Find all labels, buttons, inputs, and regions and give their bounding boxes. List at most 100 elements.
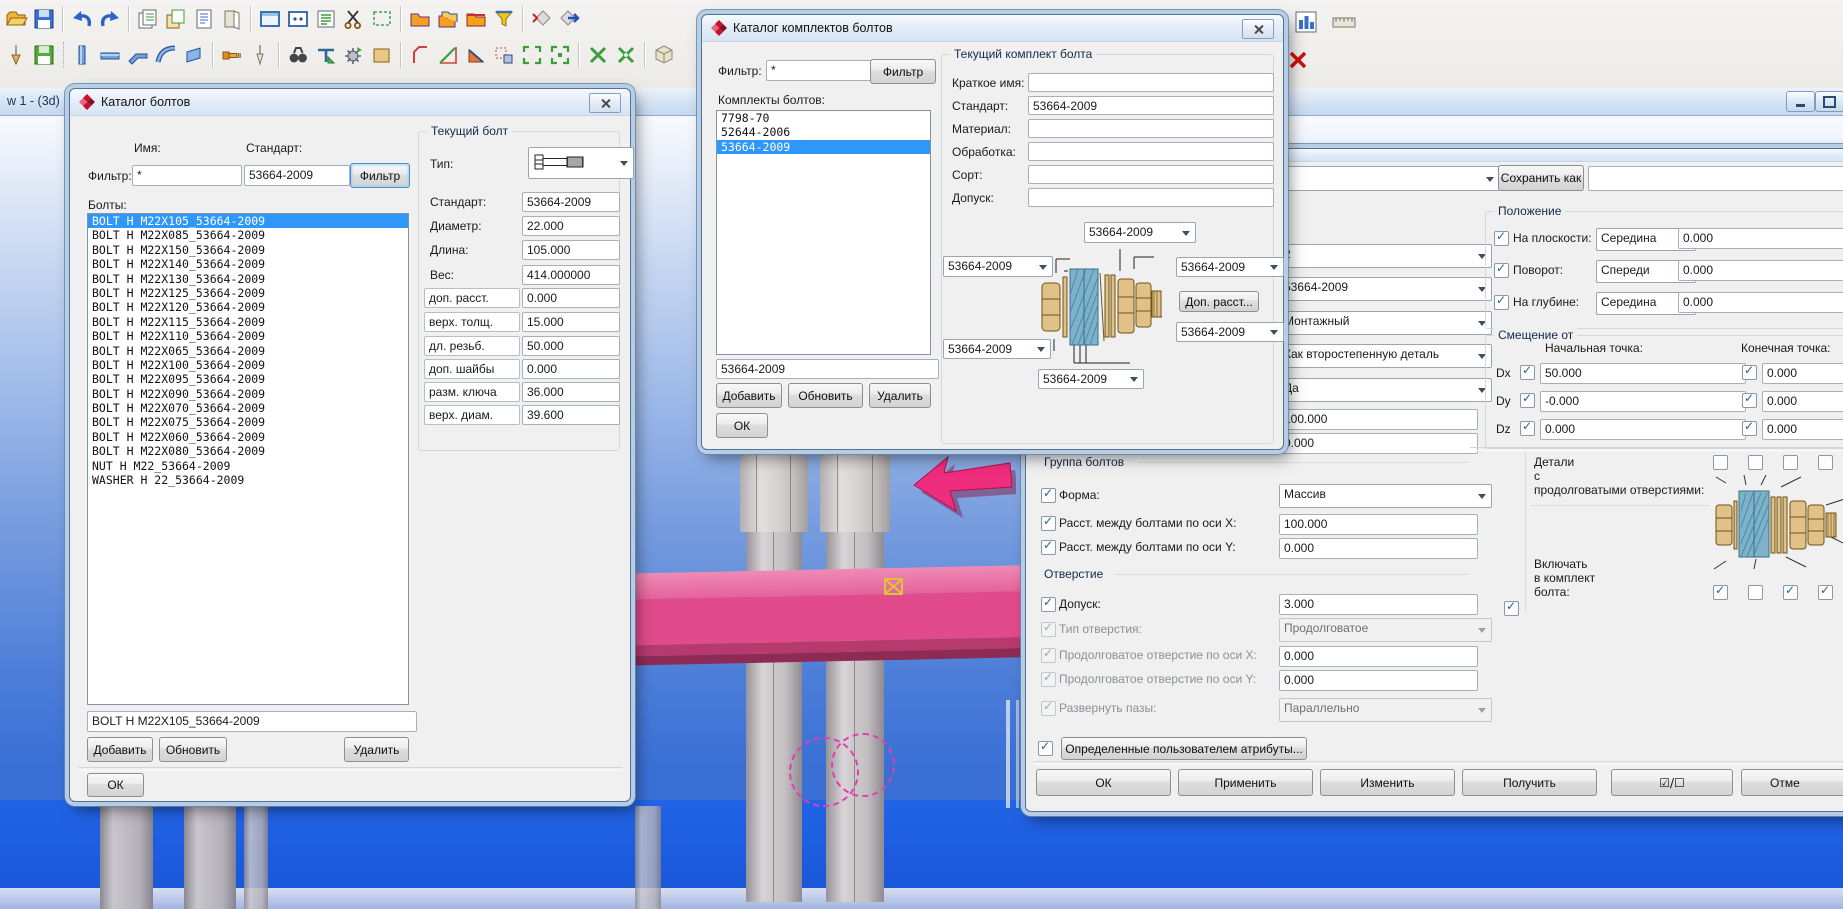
list-item[interactable]: BOLT H M22X130_53664-2009	[88, 272, 408, 286]
slotted-part-checkbox-4[interactable]	[1818, 455, 1833, 470]
bolt-catalog-titlebar[interactable]: Каталог болтов	[70, 89, 630, 116]
select-filter-square-icon[interactable]	[490, 41, 518, 69]
ok-button[interactable]: ОК	[716, 413, 768, 438]
spacing-y-input[interactable]: 0.000	[1279, 538, 1478, 559]
on-plane-checkbox[interactable]	[1494, 231, 1509, 246]
maximize-button[interactable]	[1815, 91, 1843, 112]
open-model-icon[interactable]	[2, 5, 30, 33]
material-input[interactable]	[1028, 119, 1274, 138]
list-item[interactable]: BOLT H M22X060_53664-2009	[88, 430, 408, 444]
list-item[interactable]: WASHER H 22_53664-2009	[88, 473, 408, 487]
chart-columns-icon[interactable]	[1292, 8, 1320, 36]
extra-length-input[interactable]: 0.000	[1279, 433, 1478, 454]
fit-by-parts-icon[interactable]	[546, 41, 574, 69]
list-page-icon[interactable]	[312, 5, 340, 33]
bolt-standard-combo[interactable]: 53664-2009	[1279, 277, 1492, 301]
list-item[interactable]: BOLT H M22X105_53664-2009	[88, 214, 408, 228]
ok-button[interactable]: ОК	[1036, 769, 1171, 796]
washer-bottom-combo[interactable]: 53664-2009	[1038, 369, 1144, 389]
create-curved-beam-icon[interactable]	[152, 41, 180, 69]
save-icon[interactable]	[30, 5, 58, 33]
snap-cross-a-icon[interactable]	[584, 41, 612, 69]
rotation-checkbox[interactable]	[1494, 263, 1509, 278]
list-item[interactable]: 52644-2006	[717, 125, 930, 139]
update-button[interactable]: Обновить	[788, 383, 863, 408]
list-item[interactable]: BOLT H M22X070_53664-2009	[88, 401, 408, 415]
rotation-input[interactable]: 0.000	[1678, 260, 1843, 281]
tolerance-checkbox[interactable]	[1041, 597, 1056, 612]
list-item[interactable]: NUT H M22_53664-2009	[88, 459, 408, 473]
slotted-part-checkbox-3[interactable]	[1783, 455, 1798, 470]
list-item[interactable]: BOLT H M22X110_53664-2009	[88, 329, 408, 343]
modify-button[interactable]: Изменить	[1320, 769, 1455, 796]
extra-distance-button[interactable]: Доп. расст...	[1179, 291, 1259, 312]
filter-name-input[interactable]: *	[132, 165, 242, 186]
grade-input[interactable]	[1028, 165, 1274, 184]
get-button[interactable]: Получить	[1462, 769, 1597, 796]
ok-button[interactable]: ОК	[87, 773, 144, 797]
search-binoculars-icon[interactable]	[284, 41, 312, 69]
extra-dist-value[interactable]: 0.000	[522, 288, 620, 308]
add-button[interactable]: Добавить	[716, 383, 782, 408]
length-value[interactable]: 105.000	[522, 240, 620, 260]
assembly-catalog-titlebar[interactable]: Каталог комплектов болтов	[702, 15, 1283, 42]
extra-washers-value[interactable]: 0.000	[522, 359, 620, 379]
tolerance-input[interactable]: 3.000	[1279, 594, 1478, 615]
standard-value[interactable]: 53664-2009	[522, 192, 620, 212]
slot-x-checkbox[interactable]	[1041, 648, 1056, 663]
filter-standard-input[interactable]: 53664-2009	[244, 165, 350, 186]
view-line-icon[interactable]	[434, 41, 462, 69]
nut2-standard-combo[interactable]: 53664-2009	[1176, 322, 1284, 342]
dx-end-checkbox[interactable]	[1742, 365, 1757, 380]
nut1-standard-combo[interactable]: 53664-2009	[1176, 257, 1284, 277]
selected-bolt-input[interactable]: BOLT H M22X105_53664-2009	[87, 711, 417, 732]
dz-end-input[interactable]: 0.000	[1762, 419, 1843, 440]
undo-icon[interactable]	[68, 5, 96, 33]
include-part-checkbox-4[interactable]	[1818, 585, 1833, 600]
delete-button[interactable]: Удалить	[344, 737, 409, 762]
save-as-name-input[interactable]	[1588, 166, 1843, 191]
list-item[interactable]: BOLT H M22X150_53664-2009	[88, 243, 408, 257]
tolerance-input[interactable]	[1028, 188, 1274, 207]
weld-mark-icon[interactable]	[312, 41, 340, 69]
steel-column[interactable]	[100, 806, 153, 909]
create-slab-icon[interactable]	[368, 41, 396, 69]
copy-properties-icon[interactable]	[134, 5, 162, 33]
weight-value[interactable]: 414.000000	[522, 265, 620, 285]
bolt-type-picture-combo[interactable]	[528, 147, 634, 179]
dy-start-input[interactable]: -0.000	[1540, 391, 1746, 412]
at-depth-checkbox[interactable]	[1494, 295, 1509, 310]
list-item[interactable]: BOLT H M22X120_53664-2009	[88, 300, 408, 314]
include-part-checkbox-3[interactable]	[1783, 585, 1798, 600]
top-thickness-value[interactable]: 15.000	[522, 312, 620, 332]
bolt-type-combo[interactable]: Монтажный	[1279, 311, 1492, 335]
dy-end-input[interactable]: 0.000	[1762, 391, 1843, 412]
on-plane-input[interactable]: 0.000	[1678, 228, 1843, 249]
view-plane-triangle-icon[interactable]	[462, 41, 490, 69]
finish-input[interactable]	[1028, 142, 1274, 161]
steel-column[interactable]	[184, 806, 236, 909]
user-attributes-button[interactable]: Определенные пользователем атрибуты...	[1061, 737, 1307, 760]
wrench-size-value[interactable]: 36.000	[522, 382, 620, 402]
cancel-button[interactable]: Отме	[1741, 769, 1843, 796]
thread-length-value[interactable]: 50.000	[522, 336, 620, 356]
update-button[interactable]: Обновить	[159, 737, 227, 762]
redo-icon[interactable]	[96, 5, 124, 33]
list-item[interactable]: BOLT H M22X115_53664-2009	[88, 315, 408, 329]
save-as-button[interactable]: Сохранить как	[1498, 165, 1584, 191]
close-button[interactable]	[1242, 19, 1274, 39]
select-marquee-icon[interactable]	[368, 5, 396, 33]
copy-icon[interactable]	[162, 5, 190, 33]
shape-combo[interactable]: Массив	[1279, 484, 1492, 508]
length-input[interactable]: 100.000	[1279, 409, 1478, 430]
filter-button[interactable]: Фильтр	[350, 163, 410, 188]
bolt-size-combo[interactable]: 2	[1279, 244, 1492, 268]
slotted-part-checkbox-2[interactable]	[1748, 455, 1763, 470]
delete-button[interactable]: Удалить	[869, 383, 931, 408]
short-name-input[interactable]	[1028, 73, 1274, 92]
ruler-icon[interactable]	[1330, 8, 1358, 36]
list-item[interactable]: BOLT H M22X140_53664-2009	[88, 257, 408, 271]
list-item[interactable]: BOLT H M22X095_53664-2009	[88, 372, 408, 386]
washer-top-combo[interactable]: 53664-2009	[1084, 222, 1196, 243]
dx-start-input[interactable]: 50.000	[1540, 363, 1746, 384]
